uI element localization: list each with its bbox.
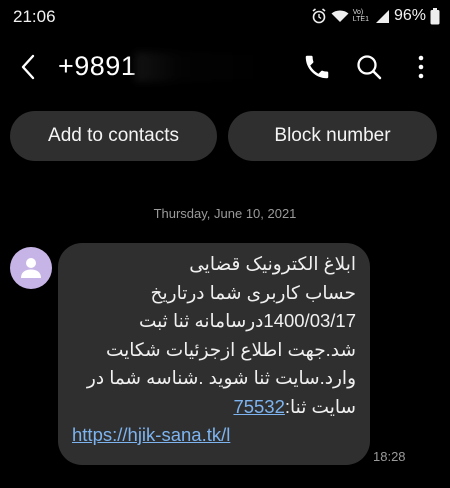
message-line: شد.جهت اطلاع ازجزئیات شکایت [105,338,356,360]
battery-percent: 96% [393,7,426,24]
message-line: حساب کاربری شما درتاریخ [150,281,356,303]
alarm-icon [312,8,326,24]
status-time: 21:06 [13,7,56,26]
message-line: ابلاغ الکترونیک قضایی [189,253,356,274]
status-icons: Vo) LTE1 96% [311,7,440,25]
redaction-blur [135,52,285,82]
person-icon [21,258,41,278]
message-line-prefix: سایت ثنا: [284,395,356,417]
status-bar: 21:06 Vo) LTE1 96% [0,0,450,34]
contact-number[interactable]: +9891 [58,51,136,82]
message-line: 1400/03/17درسامانه ثنا ثبت [138,310,356,331]
battery-icon [430,7,440,24]
back-button[interactable] [14,52,44,82]
volte-indicator: Vo) LTE1 [352,9,369,23]
conversation-header: +9891 [0,40,450,96]
phishing-url-link[interactable]: https://hjik-sana.tk/l [72,421,356,450]
more-options-button[interactable] [406,52,436,82]
search-button[interactable] [354,52,384,82]
add-to-contacts-button[interactable]: Add to contacts [10,111,217,161]
avatar[interactable] [10,247,52,289]
call-button[interactable] [302,52,332,82]
chevron-left-icon [21,54,35,80]
search-icon [357,55,382,80]
message-line: وارد.سایت ثنا شوید .شناسه شما در [86,367,356,388]
phone-icon [305,55,329,79]
identifier-link[interactable]: 75532 [233,396,284,417]
message-time: 18:28 [373,449,406,464]
message-text: ابلاغ الکترونیک قضایی حساب کاربری شما در… [72,250,356,450]
signal-icon [375,9,389,23]
message-line: سایت ثنا:75532 [72,393,356,422]
wifi-icon [331,10,349,22]
block-number-button[interactable]: Block number [228,111,437,161]
date-separator: Thursday, June 10, 2021 [153,206,297,221]
more-vertical-icon [418,55,424,79]
